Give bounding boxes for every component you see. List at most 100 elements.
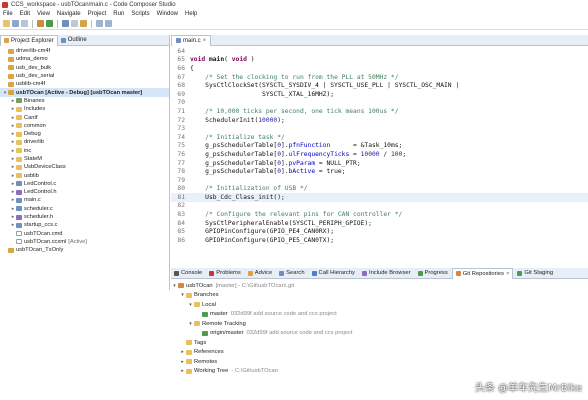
tree-item[interactable]: usb_dev_serial (0, 72, 169, 80)
branch-icon (202, 330, 208, 336)
tree-item[interactable]: ▸ StateM (0, 155, 169, 163)
tree-item[interactable]: ▸ main.c (0, 196, 169, 204)
tree-item[interactable]: udma_demo (0, 55, 169, 63)
tree-item[interactable]: ▸ common (0, 122, 169, 130)
code-line: 78 g_psSchedulerTable[0].bActive = true; (171, 167, 588, 176)
tree-item-label: UsbDeviceClass (24, 164, 66, 171)
console-icon (174, 270, 179, 276)
tree-item[interactable]: ▸ LedControl.c (0, 180, 169, 188)
tab-call-hierarchy[interactable]: Call Hierarchy (309, 268, 358, 279)
tree-item[interactable]: ▸ startup_ccs.c (0, 221, 169, 229)
menu-window[interactable]: Window (157, 11, 178, 17)
tab-outline[interactable]: Outline (58, 35, 90, 46)
tree-item[interactable]: usblib-cm4f (0, 80, 169, 88)
code-line: 82 (171, 202, 588, 211)
tree-item[interactable]: ▸ UsbDeviceClass (0, 163, 169, 171)
tree-item[interactable]: usb_dev_bulk (0, 64, 169, 72)
tree-item[interactable]: ▸ scheduler.c (0, 205, 169, 213)
line-number: 65 (177, 56, 185, 64)
menu-run[interactable]: Run (113, 11, 124, 17)
tab-git-staging[interactable]: Git Staging (514, 268, 556, 279)
tab-progress[interactable]: Progress (415, 268, 451, 279)
tab-include-browser[interactable]: Include Browser (359, 268, 414, 279)
save-all-icon[interactable] (21, 20, 28, 27)
code-text: /* 10,000 ticks per second, one tick mea… (205, 107, 399, 115)
tree-item[interactable]: ▸ inc (0, 147, 169, 155)
tree-item[interactable]: ▸ Includes (0, 105, 169, 113)
tab-problems[interactable]: Problems (206, 268, 243, 279)
file-icon (16, 189, 22, 195)
expand-right-icon[interactable]: ▸ (179, 368, 186, 374)
open-folder-icon[interactable] (80, 20, 87, 27)
expand-down-icon[interactable]: ▾ (187, 302, 194, 308)
tree-item[interactable]: ▸ LedControl.h (0, 188, 169, 196)
tree-item[interactable]: ▸ usblib (0, 171, 169, 179)
debug-bug-icon[interactable] (46, 20, 53, 27)
git-tree-item[interactable]: master 032d99f add source code and ccs pr… (0, 310, 588, 320)
git-tree-item[interactable]: ▸ References (0, 348, 588, 358)
tree-item[interactable]: ▸ CanIf (0, 113, 169, 121)
tree-item[interactable]: usbTOcan_TxOnly (0, 246, 169, 254)
tab-console[interactable]: Console (171, 268, 205, 279)
build-hammer-icon[interactable] (37, 20, 44, 27)
tab-project-explorer[interactable]: Project Explorer (0, 34, 58, 46)
code-line: 75 g_psSchedulerTable[0].pfnFunction = &… (171, 142, 588, 151)
menu-scripts[interactable]: Scripts (131, 11, 149, 17)
tree-item[interactable]: driverlib-cm4f (0, 47, 169, 55)
git-item-label: Remote Tracking (202, 320, 246, 327)
expand-right-icon[interactable]: ▸ (179, 359, 186, 365)
line-number: 77 (177, 159, 185, 167)
tab-main-c[interactable]: main.c × (171, 34, 212, 46)
git-tree-item[interactable]: origin/master 032d99f add source code and… (0, 329, 588, 339)
git-tree-item[interactable]: Tags (0, 338, 588, 348)
tree-item-label: common (24, 122, 46, 129)
folder-icon (16, 173, 22, 179)
expand-down-icon[interactable]: ▾ (179, 292, 186, 298)
git-tree-item[interactable]: ▸ Working Tree - C:\Git\usbTOcan (0, 367, 588, 377)
tree-item[interactable]: ▸ Debug (0, 130, 169, 138)
tab-label: Search (286, 270, 305, 276)
tab-search[interactable]: Search (276, 268, 307, 279)
menu-help[interactable]: Help (185, 11, 197, 17)
tab-label: Call Hierarchy (318, 270, 355, 276)
tab-advice[interactable]: Advice (245, 268, 275, 279)
close-icon[interactable]: × (203, 38, 207, 44)
menu-view[interactable]: View (37, 11, 50, 17)
menu-project[interactable]: Project (88, 11, 107, 17)
tree-item[interactable]: ▸ Binaries (0, 97, 169, 105)
git-item-label: References (194, 349, 224, 356)
back-arrow-icon[interactable] (96, 20, 103, 27)
tree-item-label: LedControl.h (24, 189, 57, 196)
expand-down-icon[interactable]: ▾ (171, 283, 178, 289)
save-icon[interactable] (12, 20, 19, 27)
git-tree-item[interactable]: ▾ Local (0, 300, 588, 310)
tab-git-repositories[interactable]: Git Repositories × (451, 267, 514, 279)
code-area[interactable]: 64 65 void main( void ) 66 {67 /* Set the cl… (171, 47, 588, 264)
tree-item[interactable]: usbTOcan.cmd (0, 230, 169, 238)
watermark: 头条 @单车先生MrBike (474, 383, 582, 394)
menu-edit[interactable]: Edit (20, 11, 30, 17)
tree-item[interactable]: ▸ driverlib (0, 138, 169, 146)
code-line: 74 /* Initialize task */ (171, 133, 588, 142)
git-tree-item[interactable]: ▾ Branches (0, 291, 588, 301)
tree-item[interactable]: ▾ usbTOcan [Active - Debug] [usbTOcan mas… (0, 88, 169, 97)
file-icon (16, 181, 22, 187)
menu-file[interactable]: File (3, 11, 13, 17)
call-hierarchy-icon (311, 270, 317, 276)
toolbar-separator (32, 19, 33, 28)
menu-navigate[interactable]: Navigate (57, 11, 81, 17)
git-tree-item[interactable]: ▾ usbTOcan [master] - C:\Git\usbTOcan\.git (0, 281, 588, 291)
tree-item-label: driverlib-cm4f (16, 48, 51, 55)
close-icon[interactable]: × (506, 271, 509, 277)
expand-down-icon[interactable]: ▾ (187, 321, 194, 327)
folder-icon (186, 359, 192, 365)
new-icon[interactable] (3, 20, 10, 27)
forward-arrow-icon[interactable] (105, 20, 112, 27)
search-icon[interactable] (71, 20, 78, 27)
git-tree-item[interactable]: ▸ Remotes (0, 357, 588, 367)
tree-item[interactable]: ▸ scheduler.h (0, 213, 169, 221)
flash-icon[interactable] (62, 20, 69, 27)
expand-right-icon[interactable]: ▸ (179, 349, 186, 355)
tree-item[interactable]: usbTOcan.ccxml [Active] (0, 238, 169, 246)
git-tree-item[interactable]: ▾ Remote Tracking (0, 319, 588, 329)
